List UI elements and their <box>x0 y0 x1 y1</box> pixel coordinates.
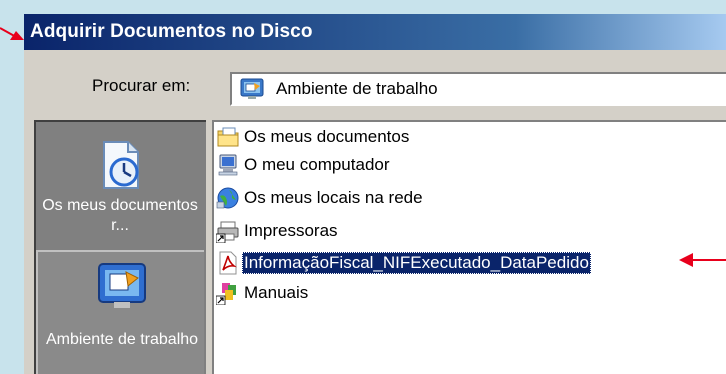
annotation-arrow-selected-file <box>679 253 726 267</box>
place-desktop[interactable]: Ambiente de trabalho <box>36 250 204 374</box>
place-label: Os meus documentos r... <box>42 197 198 234</box>
dialog-title: Adquirir Documentos no Disco <box>30 21 313 42</box>
look-in-value: Ambiente de trabalho <box>276 79 438 98</box>
file-name: InformaçãoFiscal_NIFExecutado_DataPedido <box>242 252 591 274</box>
printers-shortcut-icon <box>216 221 239 243</box>
file-name: Impressoras <box>244 221 338 240</box>
my-computer-icon <box>218 154 238 176</box>
file-name: Manuais <box>244 283 309 302</box>
look-in-label: Procurar em: <box>92 76 191 95</box>
dialog-body: Procurar em: Ambiente de trabalho Os meu… <box>24 50 726 374</box>
folder-shortcut-icon <box>216 283 236 305</box>
file-name: O meu computador <box>244 155 390 174</box>
place-my-recent-documents[interactable]: Os meus documentos r... <box>36 122 204 240</box>
places-bar: Os meus documentos r... Ambiente de trab… <box>34 120 206 374</box>
network-places-icon <box>216 187 239 209</box>
file-name: Os meus documentos <box>244 127 410 146</box>
place-label: Ambiente de trabalho <box>45 331 199 348</box>
look-in-dropdown[interactable]: Ambiente de trabalho <box>230 72 726 106</box>
file-open-dialog: Adquirir Documentos no Disco Procurar em… <box>24 0 726 374</box>
desktop-icon <box>98 263 146 308</box>
title-bar[interactable]: Adquirir Documentos no Disco <box>24 14 726 50</box>
my-documents-folder-icon <box>217 127 239 147</box>
my-recent-documents-icon <box>103 141 139 189</box>
pdf-file-icon <box>219 251 237 275</box>
annotation-arrow-title <box>0 27 24 40</box>
file-list[interactable]: Os meus documentos O meu computador Os m… <box>212 120 726 374</box>
file-name: Os meus locais na rede <box>244 188 423 207</box>
desktop-icon <box>240 78 264 99</box>
